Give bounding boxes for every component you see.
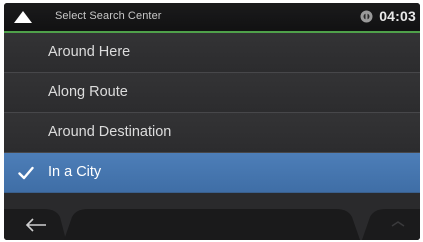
signal-icon bbox=[360, 10, 373, 22]
header-title: Select Search Center bbox=[55, 10, 162, 22]
status-area: 04:03 bbox=[360, 8, 416, 24]
more-button[interactable] bbox=[370, 211, 420, 240]
footer-background bbox=[4, 209, 420, 240]
menu-item-around-here[interactable]: Around Here bbox=[4, 33, 420, 73]
menu-item-around-destination[interactable]: Around Destination bbox=[4, 113, 420, 153]
more-icon bbox=[391, 221, 405, 227]
clock: 04:03 bbox=[379, 8, 416, 24]
navigation-screen: Select Search Center 04:03 Around Here A… bbox=[4, 3, 420, 240]
menu-item-along-route[interactable]: Along Route bbox=[4, 73, 420, 113]
footer bbox=[4, 193, 420, 240]
menu-item-label: Around Here bbox=[48, 44, 131, 60]
menu-item-label: Around Destination bbox=[48, 124, 172, 140]
checkmark-icon bbox=[18, 166, 34, 180]
back-up-button[interactable] bbox=[4, 3, 44, 31]
menu-item-label: In a City bbox=[48, 164, 102, 180]
triangle-up-icon bbox=[14, 11, 32, 23]
menu-item-label: Along Route bbox=[48, 84, 128, 100]
back-button[interactable] bbox=[20, 214, 52, 236]
search-center-list: Around Here Along Route Around Destinati… bbox=[4, 33, 420, 193]
menu-item-in-a-city[interactable]: In a City bbox=[4, 153, 420, 193]
header-bar: Select Search Center 04:03 bbox=[4, 3, 420, 33]
arrow-left-icon bbox=[25, 218, 46, 232]
